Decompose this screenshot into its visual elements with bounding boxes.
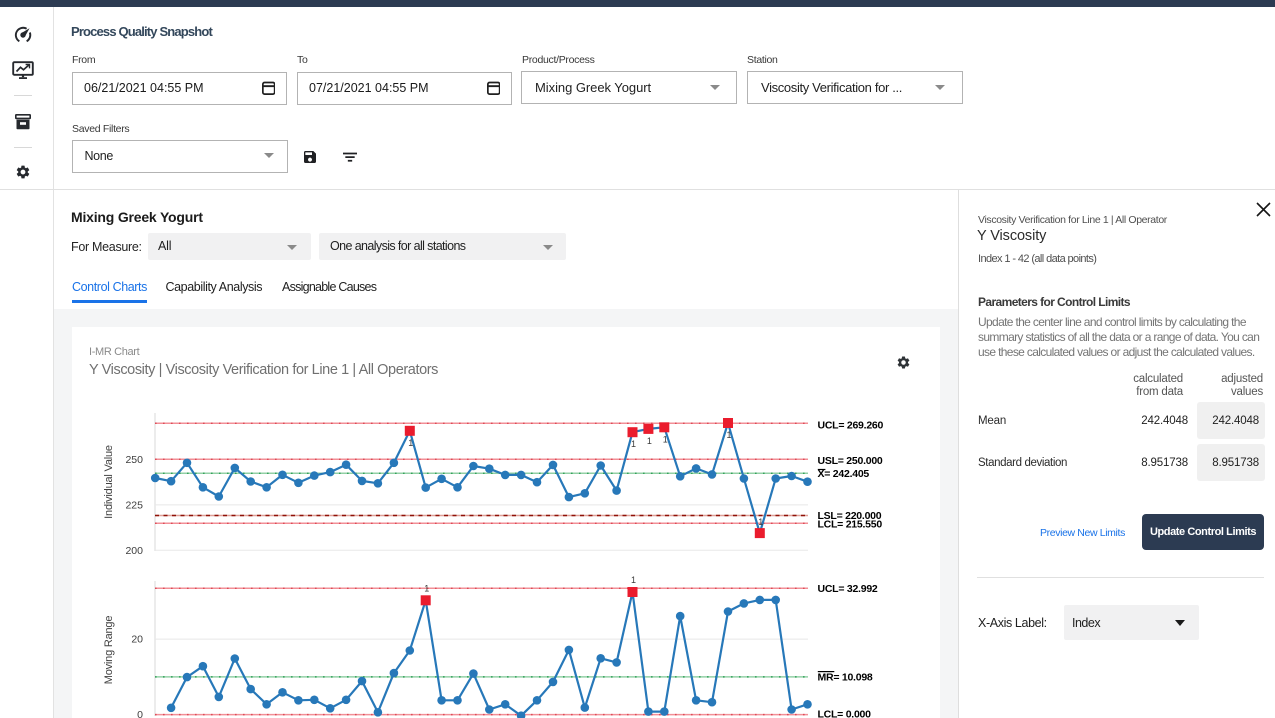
svg-text:20: 20 — [131, 634, 143, 646]
svg-text:LCL= 0.000: LCL= 0.000 — [818, 708, 872, 718]
svg-text:USL= 250.000: USL= 250.000 — [818, 455, 883, 467]
svg-text:1: 1 — [726, 430, 731, 440]
svg-text:UCL= 269.260: UCL= 269.260 — [818, 420, 884, 432]
svg-text:1: 1 — [758, 517, 763, 527]
svg-text:1: 1 — [424, 583, 429, 593]
svg-text:1: 1 — [647, 436, 652, 446]
svg-text:1: 1 — [631, 439, 636, 449]
svg-text:1: 1 — [408, 438, 413, 448]
svg-text:250: 250 — [125, 454, 143, 466]
svg-text:Moving Range: Moving Range — [103, 616, 115, 685]
svg-text:225: 225 — [125, 499, 143, 511]
svg-text:Individual Value: Individual Value — [103, 445, 115, 519]
svg-text:1: 1 — [631, 575, 636, 585]
svg-text:0: 0 — [137, 709, 143, 718]
svg-text:200: 200 — [125, 545, 143, 557]
svg-text:LCL= 215.550: LCL= 215.550 — [818, 519, 883, 531]
svg-text:UCL= 32.992: UCL= 32.992 — [818, 583, 878, 595]
svg-text:MR= 10.098: MR= 10.098 — [818, 672, 873, 684]
svg-text:1: 1 — [663, 434, 668, 444]
